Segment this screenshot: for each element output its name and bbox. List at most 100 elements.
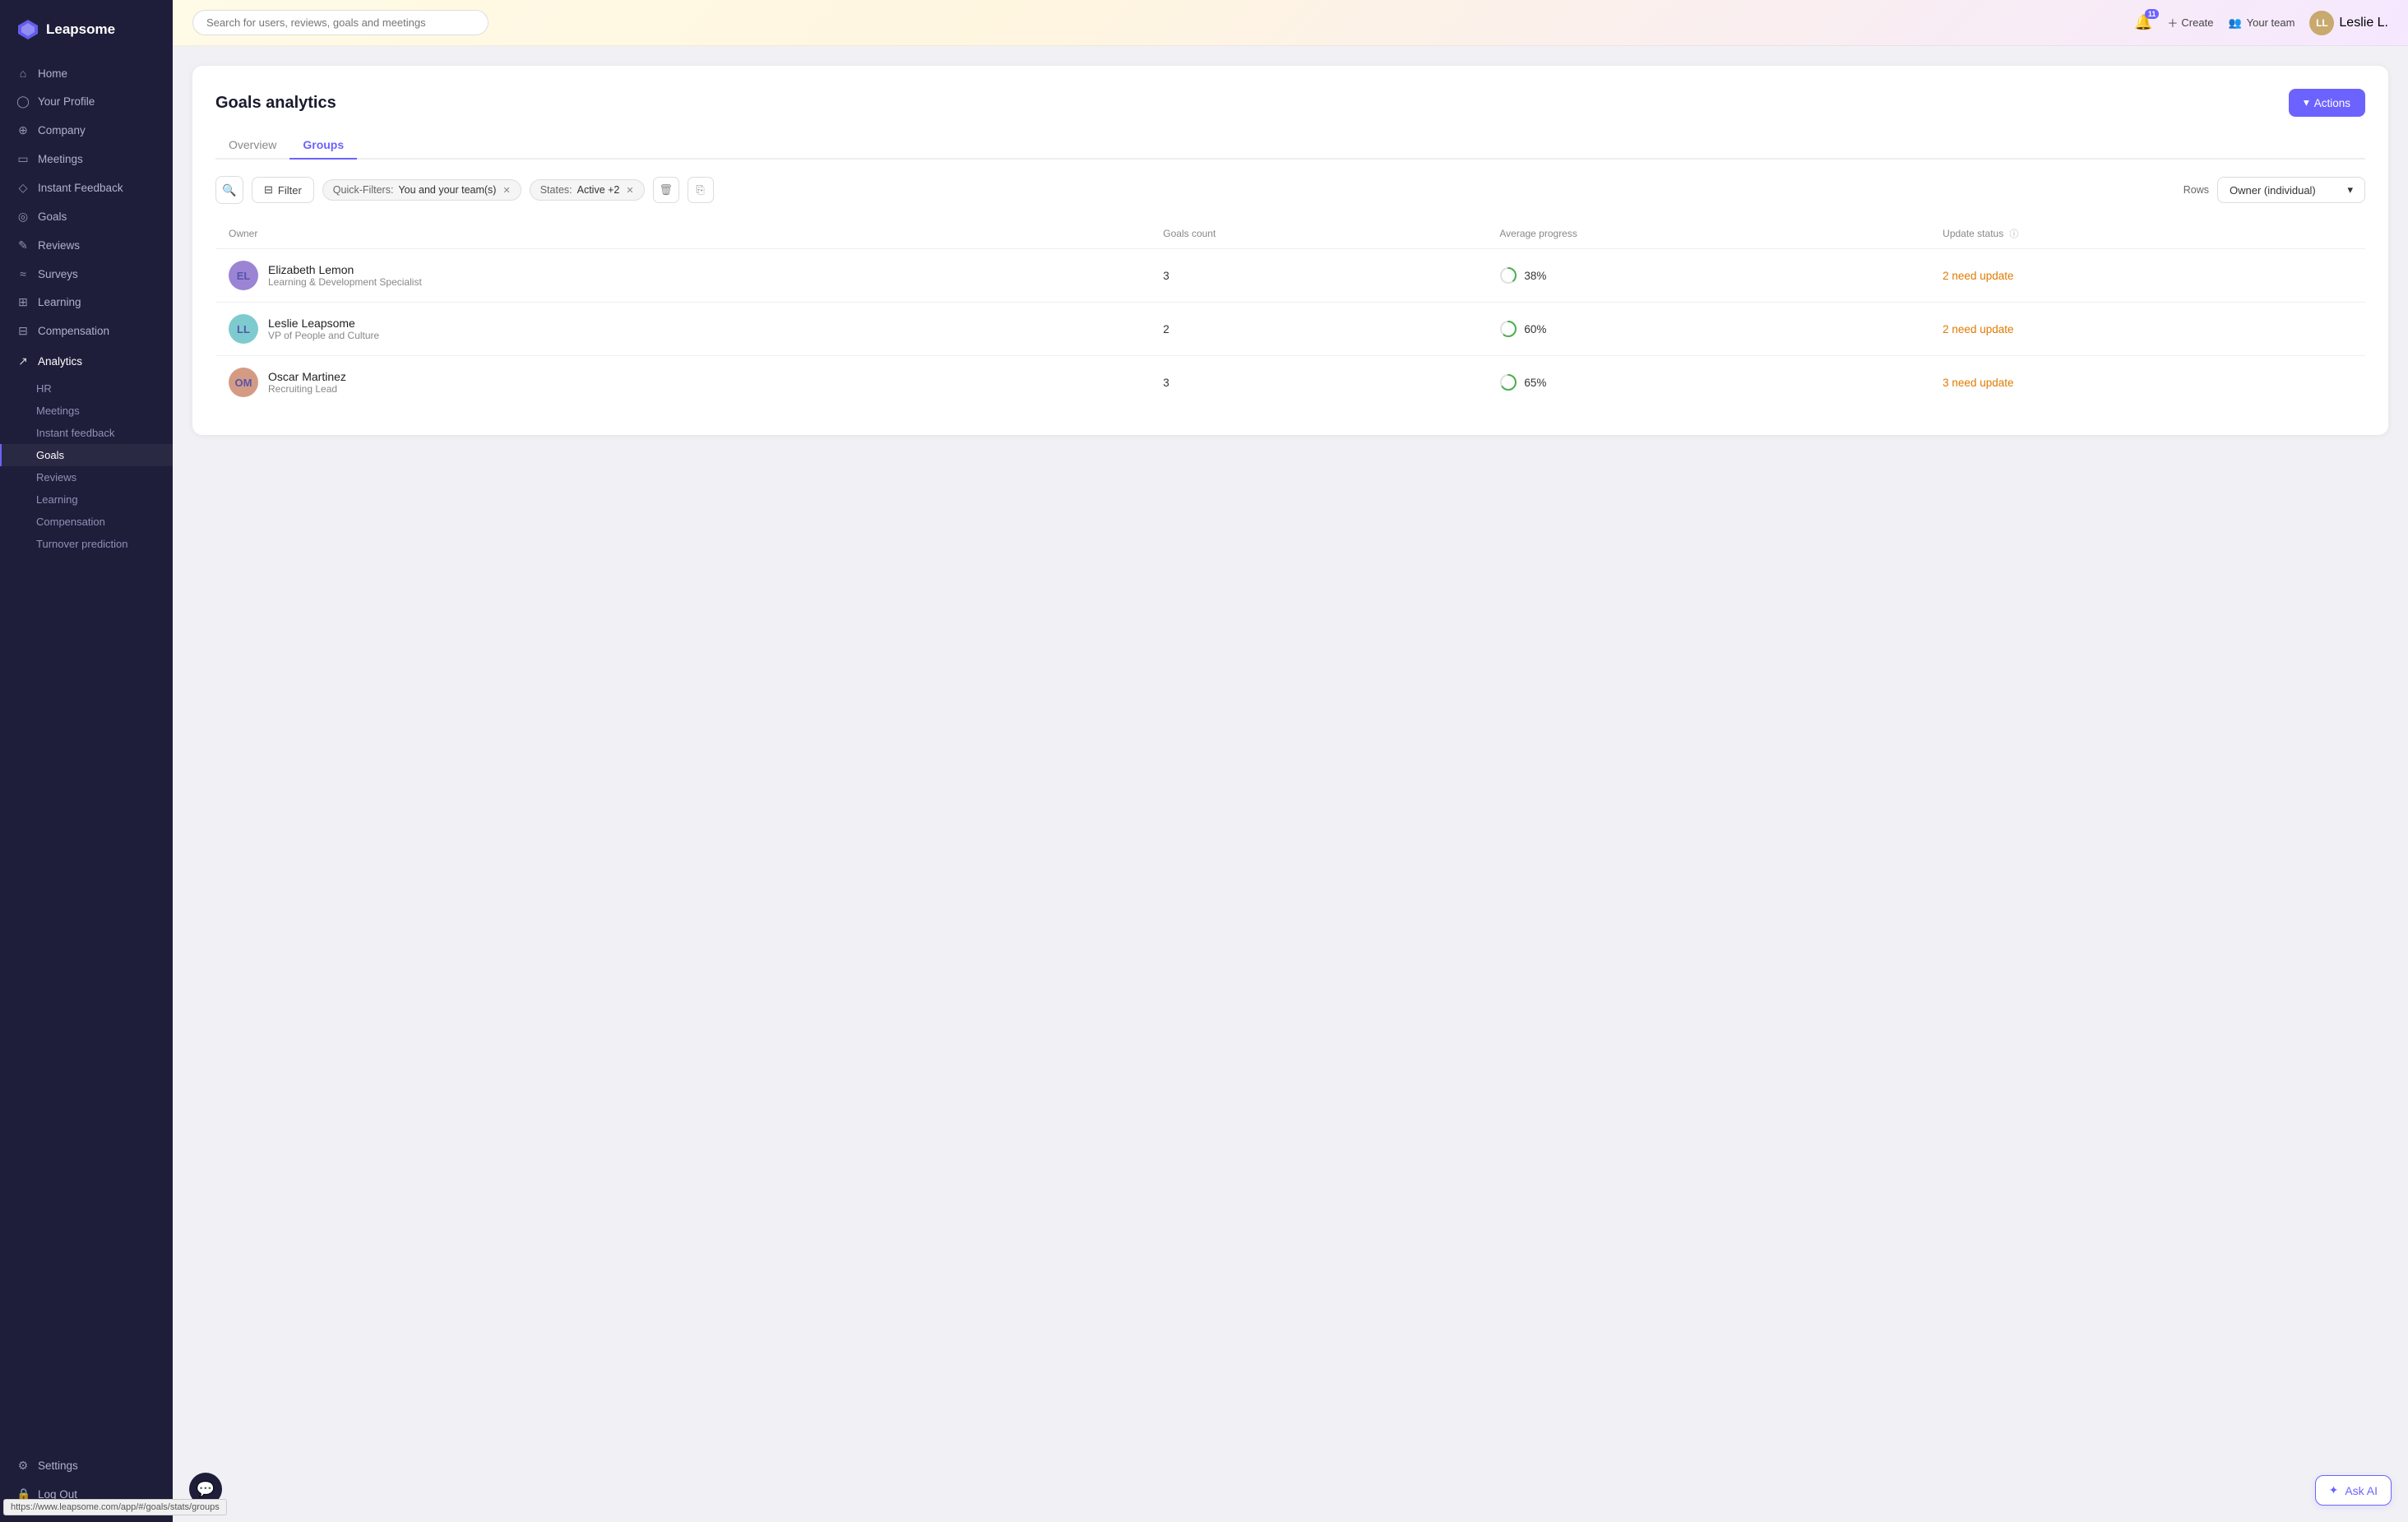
copy-button[interactable]: ⎘ bbox=[688, 177, 714, 203]
quick-filter-pill[interactable]: Quick-Filters: You and your team(s) ✕ bbox=[322, 179, 521, 201]
notification-button[interactable]: 🔔 11 bbox=[2134, 14, 2152, 31]
progress-cell: 60% bbox=[1499, 320, 1916, 338]
sidebar-item-settings-label: Settings bbox=[38, 1460, 78, 1472]
tab-overview[interactable]: Overview bbox=[215, 132, 289, 160]
analytics-sub-reviews[interactable]: Reviews bbox=[0, 466, 173, 488]
notification-badge: 11 bbox=[2145, 9, 2160, 19]
quick-filter-label: Quick-Filters: bbox=[333, 184, 394, 196]
chevron-down-icon: ▾ bbox=[2347, 183, 2353, 197]
status-url: https://www.leapsome.com/app/#/goals/sta… bbox=[3, 1499, 227, 1515]
copy-icon: ⎘ bbox=[696, 183, 704, 197]
sidebar-item-learning[interactable]: ⊞ Learning bbox=[0, 288, 173, 317]
sidebar-item-compensation-label: Compensation bbox=[38, 325, 109, 337]
analytics-submenu: HR Meetings Instant feedback Goals Revie… bbox=[0, 377, 173, 555]
tab-groups[interactable]: Groups bbox=[289, 132, 357, 160]
owner-cell: LL Leslie Leapsome VP of People and Cult… bbox=[229, 314, 1137, 344]
states-filter-remove[interactable]: ✕ bbox=[626, 185, 633, 196]
logo[interactable]: Leapsome bbox=[0, 0, 173, 54]
meetings-icon: ▭ bbox=[16, 152, 30, 166]
content-area: Goals analytics ▾ Actions Overview Group… bbox=[173, 46, 2408, 1522]
col-update-status: Update status ⓘ bbox=[1929, 219, 2365, 249]
quick-filter-value: You and your team(s) bbox=[398, 184, 496, 196]
owner-avatar: LL bbox=[229, 314, 258, 344]
progress-cell: 38% bbox=[1499, 266, 1916, 285]
avatar: LL bbox=[2309, 11, 2334, 35]
goals-count-cell: 2 bbox=[1150, 303, 1486, 356]
delete-button[interactable]: 🗑 bbox=[653, 177, 679, 203]
analytics-card: Goals analytics ▾ Actions Overview Group… bbox=[192, 66, 2388, 435]
analytics-sub-turnover-prediction[interactable]: Turnover prediction bbox=[0, 533, 173, 555]
your-team-label: Your team bbox=[2247, 16, 2295, 29]
learning-icon: ⊞ bbox=[16, 295, 30, 309]
update-status-cell: 2 need update bbox=[1943, 270, 2013, 282]
sidebar-item-learning-label: Learning bbox=[38, 296, 81, 308]
chat-icon: 💬 bbox=[197, 1481, 215, 1498]
reviews-icon: ✎ bbox=[16, 238, 30, 252]
analytics-sub-goals[interactable]: Goals bbox=[0, 444, 173, 466]
sidebar-item-reviews[interactable]: ✎ Reviews bbox=[0, 231, 173, 260]
actions-label: Actions bbox=[2314, 97, 2350, 109]
sidebar-item-goals[interactable]: ◎ Goals bbox=[0, 202, 173, 231]
create-button[interactable]: ＋ Create bbox=[2167, 15, 2213, 30]
sidebar-item-goals-label: Goals bbox=[38, 210, 67, 223]
table-row[interactable]: OM Oscar Martinez Recruiting Lead 3 65% bbox=[215, 356, 2365, 409]
sidebar-item-surveys[interactable]: ≈ Surveys bbox=[0, 260, 173, 288]
progress-cell: 65% bbox=[1499, 373, 1916, 391]
quick-filter-remove[interactable]: ✕ bbox=[502, 185, 510, 196]
sidebar-item-home[interactable]: ⌂ Home bbox=[0, 59, 173, 87]
search-input[interactable] bbox=[192, 10, 489, 35]
sidebar-item-instant-feedback-label: Instant Feedback bbox=[38, 182, 123, 194]
logo-text: Leapsome bbox=[46, 21, 115, 38]
your-team-button[interactable]: 👥 Your team bbox=[2228, 16, 2295, 30]
compensation-icon: ⊟ bbox=[16, 324, 30, 338]
page-title: Goals analytics bbox=[215, 94, 336, 113]
sidebar-item-analytics[interactable]: ↗ Analytics bbox=[0, 347, 173, 376]
ask-ai-label: Ask AI bbox=[2345, 1484, 2378, 1497]
sidebar-item-your-profile[interactable]: ◯ Your Profile bbox=[0, 87, 173, 116]
owner-info: Elizabeth Lemon Learning & Development S… bbox=[268, 263, 422, 288]
actions-button[interactable]: ▾ Actions bbox=[2289, 89, 2365, 117]
search-button[interactable]: 🔍 bbox=[215, 176, 243, 204]
sidebar-item-compensation[interactable]: ⊟ Compensation bbox=[0, 317, 173, 345]
plus-icon: ＋ bbox=[2167, 15, 2178, 30]
analytics-sub-instant-feedback[interactable]: Instant feedback bbox=[0, 422, 173, 444]
sidebar-item-meetings[interactable]: ▭ Meetings bbox=[0, 145, 173, 173]
analytics-sub-compensation[interactable]: Compensation bbox=[0, 511, 173, 533]
sidebar: Leapsome ⌂ Home ◯ Your Profile ⊕ Company… bbox=[0, 0, 173, 1522]
chevron-down-icon: ▾ bbox=[2304, 96, 2309, 109]
company-icon: ⊕ bbox=[16, 123, 30, 137]
search-icon: 🔍 bbox=[222, 183, 236, 197]
analytics-sub-meetings[interactable]: Meetings bbox=[0, 400, 173, 422]
user-label: Leslie L. bbox=[2339, 16, 2388, 30]
progress-circle bbox=[1499, 320, 1517, 338]
trash-icon: 🗑 bbox=[659, 183, 673, 197]
owner-cell: EL Elizabeth Lemon Learning & Developmen… bbox=[229, 261, 1137, 290]
filter-label: Filter bbox=[278, 184, 302, 197]
table-row[interactable]: LL Leslie Leapsome VP of People and Cult… bbox=[215, 303, 2365, 356]
user-menu-button[interactable]: LL Leslie L. bbox=[2309, 11, 2388, 35]
sidebar-item-company[interactable]: ⊕ Company bbox=[0, 116, 173, 145]
progress-circle bbox=[1499, 373, 1517, 391]
owner-avatar: OM bbox=[229, 368, 258, 397]
card-header: Goals analytics ▾ Actions bbox=[215, 89, 2365, 117]
sidebar-navigation: ⌂ Home ◯ Your Profile ⊕ Company ▭ Meetin… bbox=[0, 54, 173, 1441]
states-filter-value: Active +2 bbox=[577, 184, 620, 196]
col-owner: Owner bbox=[215, 219, 1150, 249]
owner-name: Elizabeth Lemon bbox=[268, 263, 422, 276]
analytics-sub-hr[interactable]: HR bbox=[0, 377, 173, 400]
owner-info: Leslie Leapsome VP of People and Culture bbox=[268, 317, 379, 341]
filter-button[interactable]: ⊟ Filter bbox=[252, 177, 314, 203]
states-filter-pill[interactable]: States: Active +2 ✕ bbox=[530, 179, 645, 201]
sidebar-item-instant-feedback[interactable]: ◇ Instant Feedback bbox=[0, 173, 173, 202]
owner-name: Oscar Martinez bbox=[268, 370, 346, 383]
col-goals-count: Goals count bbox=[1150, 219, 1486, 249]
table-row[interactable]: EL Elizabeth Lemon Learning & Developmen… bbox=[215, 249, 2365, 303]
surveys-icon: ≈ bbox=[16, 267, 30, 280]
update-status-cell: 3 need update bbox=[1943, 377, 2013, 389]
sidebar-item-your-profile-label: Your Profile bbox=[38, 95, 95, 108]
rows-dropdown[interactable]: Owner (individual) ▾ bbox=[2217, 177, 2365, 203]
ask-ai-button[interactable]: ✦ Ask AI bbox=[2315, 1475, 2392, 1506]
analytics-sub-learning[interactable]: Learning bbox=[0, 488, 173, 511]
update-status-info-icon: ⓘ bbox=[2010, 229, 2019, 239]
sidebar-item-settings[interactable]: ⚙ Settings bbox=[0, 1451, 173, 1480]
